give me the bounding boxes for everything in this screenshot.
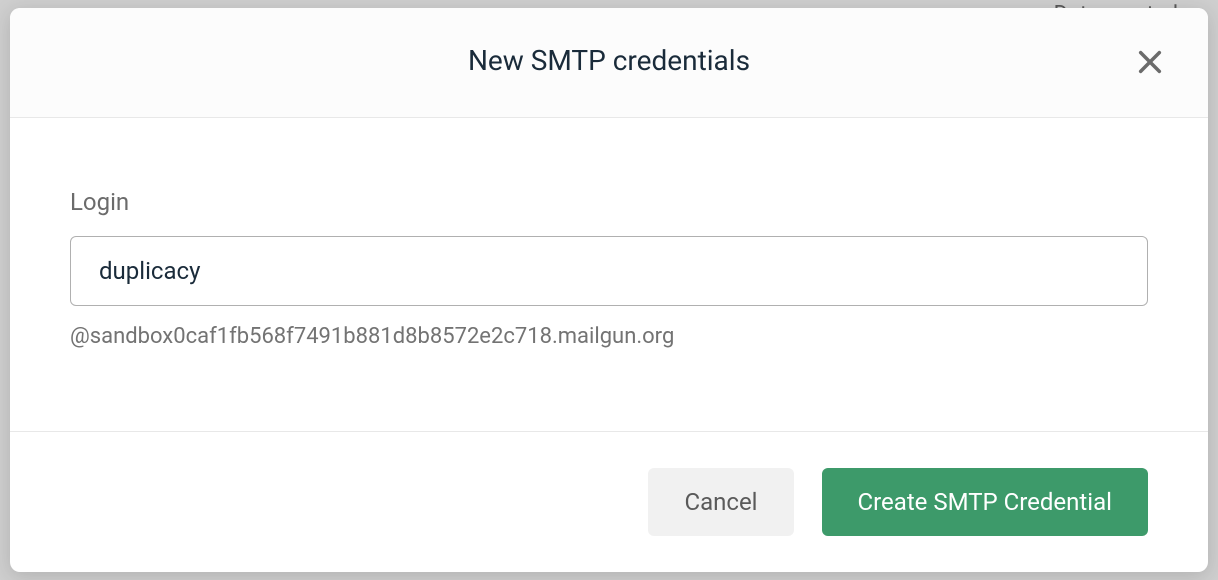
modal-header: New SMTP credentials xyxy=(10,8,1208,118)
domain-suffix-text: @sandbox0caf1fb568f7491b881d8b8572e2c718… xyxy=(70,324,1148,349)
modal-footer: Cancel Create SMTP Credential xyxy=(10,431,1208,572)
close-icon xyxy=(1136,48,1164,76)
login-input[interactable] xyxy=(70,236,1148,306)
create-smtp-credential-button[interactable]: Create SMTP Credential xyxy=(822,468,1148,536)
login-label: Login xyxy=(70,188,1148,216)
new-smtp-credentials-modal: New SMTP credentials Login @sandbox0caf1… xyxy=(10,8,1208,572)
modal-body: Login @sandbox0caf1fb568f7491b881d8b8572… xyxy=(10,118,1208,431)
cancel-button[interactable]: Cancel xyxy=(648,468,793,536)
close-button[interactable] xyxy=(1132,44,1168,80)
modal-title: New SMTP credentials xyxy=(30,44,1188,77)
